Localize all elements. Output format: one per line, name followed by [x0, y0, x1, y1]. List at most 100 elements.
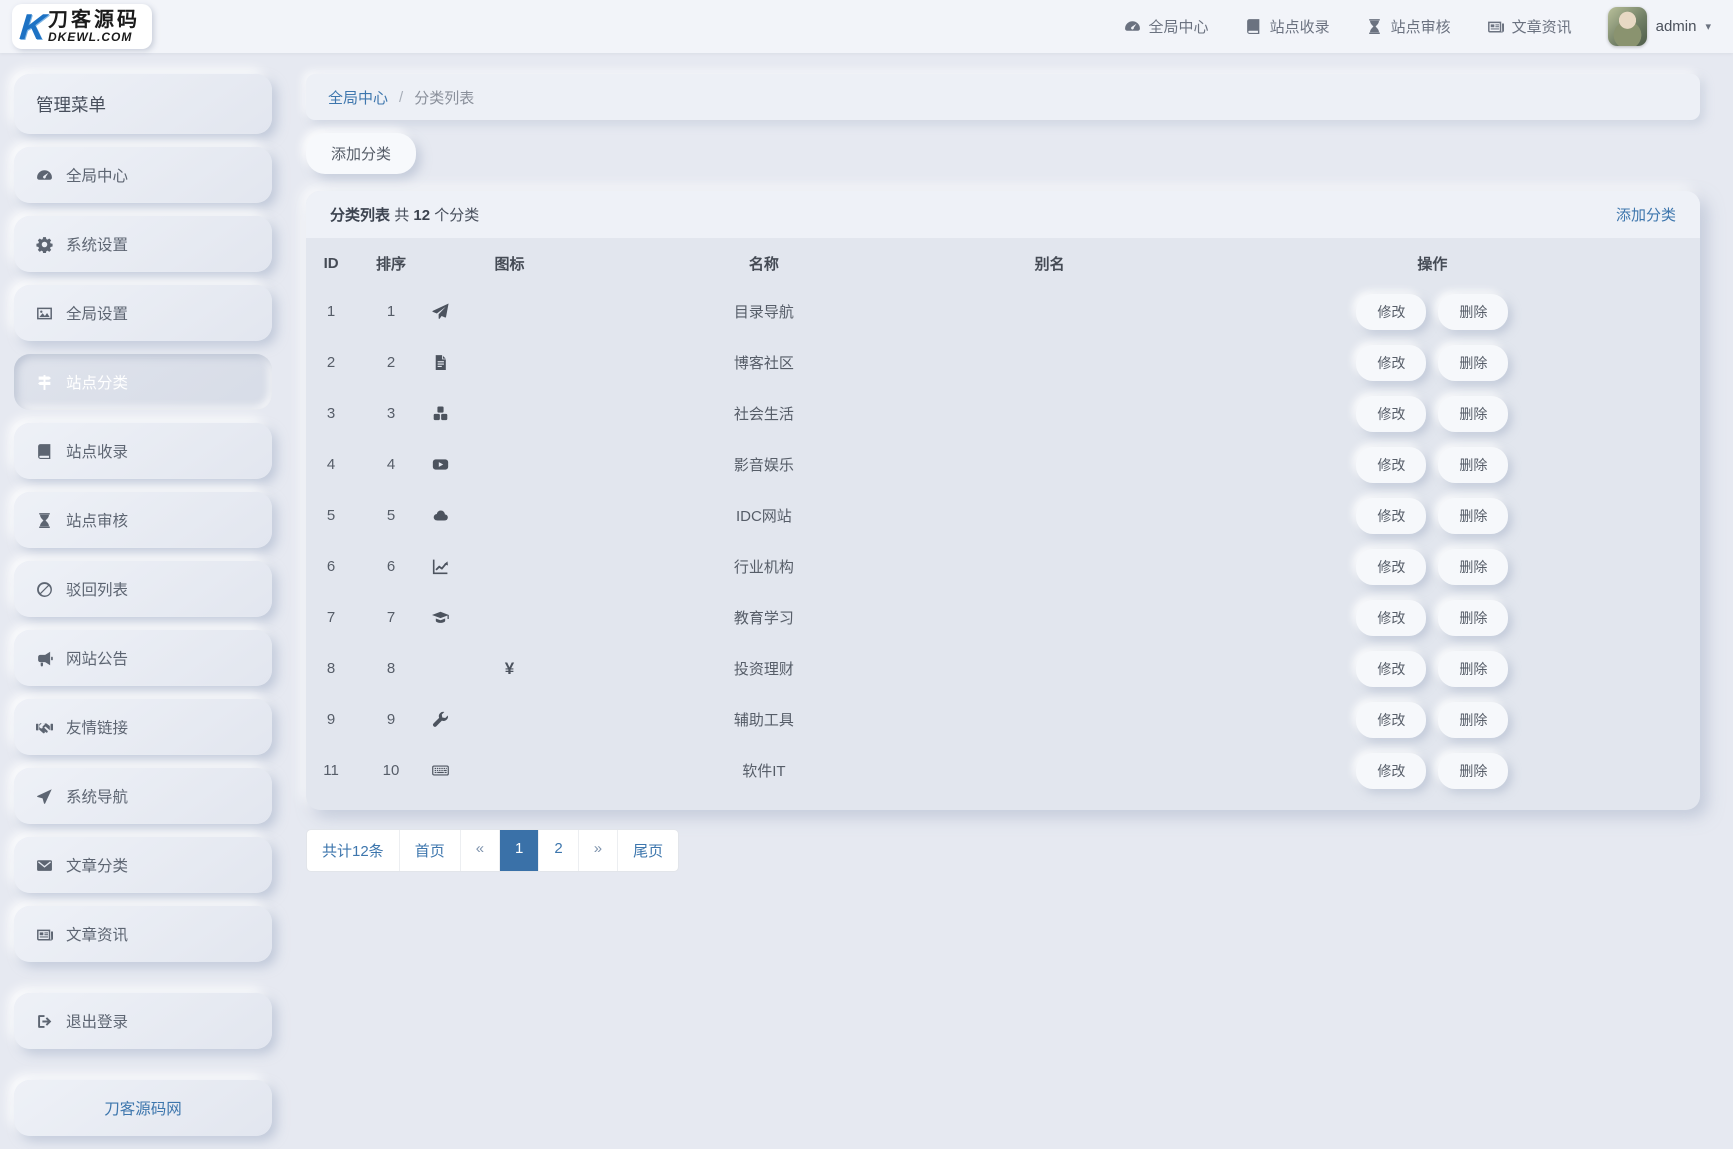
caret-down-icon: ▾	[1705, 20, 1711, 33]
sidebar-item-站点收录[interactable]: 站点收录	[14, 423, 272, 479]
brand-logo[interactable]: K 刀客源码 DKEWL.COM	[12, 4, 152, 49]
edit-button[interactable]: 修改	[1356, 549, 1426, 585]
sidebar-item-站点审核[interactable]: 站点审核	[14, 492, 272, 548]
sidebar-item-系统设置[interactable]: 系统设置	[14, 216, 272, 272]
sidebar-item-友情链接[interactable]: 友情链接	[14, 699, 272, 755]
delete-button[interactable]: 删除	[1438, 702, 1508, 738]
dashboard-icon	[36, 167, 53, 184]
navbar-item-label: 站点收录	[1270, 16, 1330, 37]
main-content: 全局中心 / 分类列表 添加分类 分类列表 共 12 个分类 添加分类	[306, 74, 1700, 872]
cell-alias	[935, 541, 1165, 592]
add-category-button[interactable]: 添加分类	[306, 133, 416, 174]
delete-button[interactable]: 删除	[1438, 396, 1508, 432]
edit-button[interactable]: 修改	[1356, 702, 1426, 738]
add-category-link[interactable]: 添加分类	[1616, 204, 1676, 225]
delete-button[interactable]: 删除	[1438, 600, 1508, 636]
navbar-item-站点收录[interactable]: 站点收录	[1245, 16, 1330, 37]
edit-button[interactable]: 修改	[1356, 396, 1426, 432]
user-menu[interactable]: admin ▾	[1608, 7, 1711, 46]
pagination-page-1[interactable]: 1	[500, 830, 539, 871]
breadcrumb: 全局中心 / 分类列表	[306, 74, 1700, 120]
book-icon	[1245, 18, 1262, 35]
sidebar-item-label: 全局中心	[66, 164, 128, 186]
bullhorn-icon	[36, 650, 53, 667]
pagination-first[interactable]: 首页	[400, 830, 461, 871]
table-row: 77教育学习修改删除	[306, 592, 1700, 643]
navbar-item-全局中心[interactable]: 全局中心	[1124, 16, 1209, 37]
delete-button[interactable]: 删除	[1438, 753, 1508, 789]
sidebar-item-网站公告[interactable]: 网站公告	[14, 630, 272, 686]
cell-id: 3	[306, 388, 356, 439]
delete-button[interactable]: 删除	[1438, 294, 1508, 330]
navbar-item-站点审核[interactable]: 站点审核	[1366, 16, 1451, 37]
category-count: 12	[413, 207, 430, 224]
edit-button[interactable]: 修改	[1356, 294, 1426, 330]
cell-order: 1	[356, 286, 426, 337]
table-row: 22博客社区修改删除	[306, 337, 1700, 388]
edit-button[interactable]: 修改	[1356, 447, 1426, 483]
user-avatar	[1608, 7, 1647, 46]
hourglass-icon	[1366, 18, 1383, 35]
sidebar-item-label: 站点审核	[66, 509, 128, 531]
edit-button[interactable]: 修改	[1356, 600, 1426, 636]
sidebar-item-系统导航[interactable]: 系统导航	[14, 768, 272, 824]
pagination-last[interactable]: 尾页	[618, 830, 678, 871]
cell-id: 8	[306, 643, 356, 694]
card-bottom-padding	[306, 796, 1700, 810]
cell-name: 教育学习	[593, 592, 935, 643]
delete-button[interactable]: 删除	[1438, 345, 1508, 381]
edit-button[interactable]: 修改	[1356, 651, 1426, 687]
cell-id: 9	[306, 694, 356, 745]
user-name: admin	[1656, 18, 1697, 35]
delete-button[interactable]: 删除	[1438, 447, 1508, 483]
page: K 刀客源码 DKEWL.COM 全局中心站点收录站点审核文章资讯 admin …	[0, 0, 1733, 1017]
edit-button[interactable]: 修改	[1356, 753, 1426, 789]
count-suffix: 个分类	[434, 207, 479, 224]
cell-actions: 修改删除	[1165, 337, 1700, 388]
sidebar-item-logout[interactable]: 退出登录	[14, 993, 272, 1049]
sidebar-item-全局中心[interactable]: 全局中心	[14, 147, 272, 203]
pagination-next[interactable]: »	[579, 830, 618, 871]
hourglass-icon	[36, 512, 53, 529]
newspaper-icon	[36, 926, 53, 943]
cell-icon	[426, 388, 593, 439]
edit-button[interactable]: 修改	[1356, 345, 1426, 381]
delete-button[interactable]: 删除	[1438, 651, 1508, 687]
cell-icon: ¥	[426, 643, 593, 694]
ban-icon	[36, 581, 53, 598]
brand-text: 刀客源码 DKEWL.COM	[48, 10, 140, 44]
cell-actions: 修改删除	[1165, 490, 1700, 541]
cell-alias	[935, 694, 1165, 745]
cell-id: 5	[306, 490, 356, 541]
cloud-icon	[432, 507, 587, 524]
navbar-item-文章资讯[interactable]: 文章资讯	[1487, 16, 1572, 37]
location-arrow-icon	[36, 788, 53, 805]
delete-button[interactable]: 删除	[1438, 549, 1508, 585]
sidebar-item-label: 系统导航	[66, 785, 128, 807]
image-icon	[36, 305, 53, 322]
column-header-图标: 图标	[426, 238, 593, 286]
cell-icon	[426, 592, 593, 643]
sidebar-item-文章分类[interactable]: 文章分类	[14, 837, 272, 893]
pagination-prev[interactable]: «	[461, 830, 500, 871]
sidebar-item-站点分类[interactable]: 站点分类	[14, 354, 272, 410]
dashboard-icon	[1124, 18, 1141, 35]
pagination-page-2[interactable]: 2	[539, 830, 578, 871]
chart-line-icon	[432, 558, 587, 575]
edit-button[interactable]: 修改	[1356, 498, 1426, 534]
cell-order: 5	[356, 490, 426, 541]
cell-icon	[426, 286, 593, 337]
cell-order: 9	[356, 694, 426, 745]
cell-name: IDC网站	[593, 490, 935, 541]
cell-name: 影音娱乐	[593, 439, 935, 490]
table-row: 88¥投资理财修改删除	[306, 643, 1700, 694]
delete-button[interactable]: 删除	[1438, 498, 1508, 534]
table-row: 66行业机构修改删除	[306, 541, 1700, 592]
sidebar-item-全局设置[interactable]: 全局设置	[14, 285, 272, 341]
navbar-item-label: 文章资讯	[1512, 16, 1572, 37]
cell-actions: 修改删除	[1165, 745, 1700, 796]
sidebar-item-文章资讯[interactable]: 文章资讯	[14, 906, 272, 962]
breadcrumb-parent-link[interactable]: 全局中心	[328, 87, 388, 108]
sidebar-footer-link[interactable]: 刀客源码网	[14, 1080, 272, 1136]
sidebar-item-驳回列表[interactable]: 驳回列表	[14, 561, 272, 617]
